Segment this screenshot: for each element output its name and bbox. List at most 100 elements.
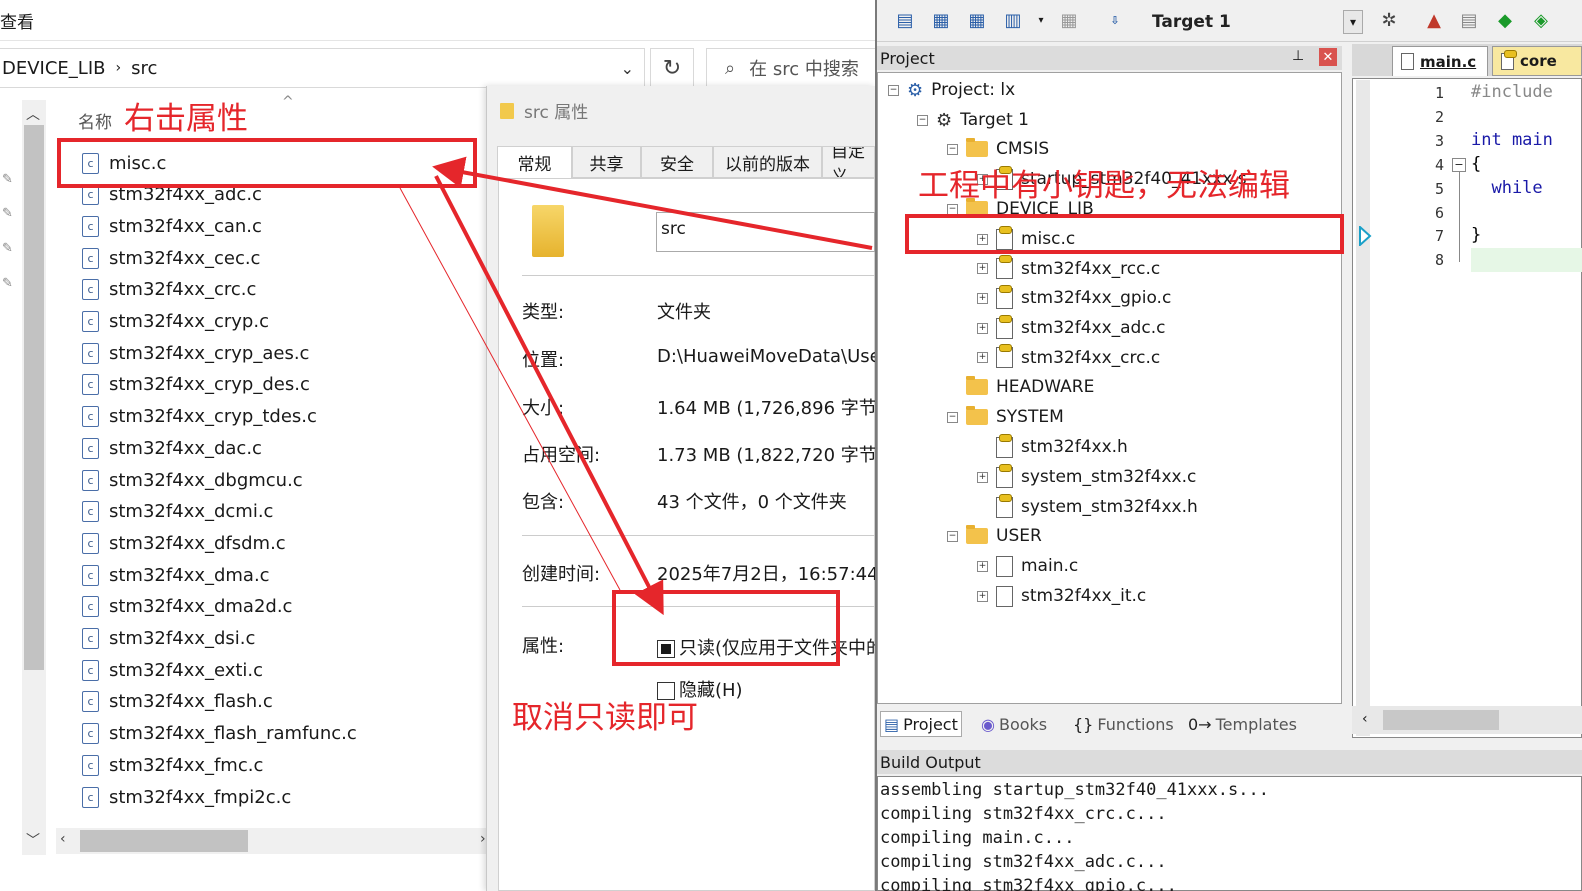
file-row[interactable]: c stm32f4xx_cryp.c — [82, 307, 269, 337]
scrollbar-thumb[interactable] — [80, 830, 248, 852]
expand-icon[interactable]: + — [977, 590, 988, 602]
target-options-icon[interactable]: ✲ — [1377, 8, 1401, 32]
expand-icon[interactable]: + — [977, 322, 988, 334]
tab-security[interactable]: 安全 — [641, 146, 713, 178]
tree-target[interactable]: − ⚙ Target 1 — [917, 106, 1029, 134]
file-row[interactable]: c stm32f4xx_dma2d.c — [82, 592, 292, 622]
scroll-right-icon[interactable]: › — [480, 831, 486, 847]
tree-file[interactable]: + stm32f4xx_gpio.c — [977, 284, 1171, 312]
target-select-value[interactable]: Target 1 — [1152, 12, 1231, 32]
pin-icon[interactable]: ⊥ — [1292, 48, 1304, 64]
pin-icon[interactable]: ✎ — [2, 241, 13, 256]
file-row[interactable]: c stm32f4xx_dfsdm.c — [82, 528, 286, 558]
batch-build-icon[interactable]: ▥ — [1001, 8, 1025, 32]
file-row[interactable]: c stm32f4xx_cec.c — [82, 243, 260, 273]
rte-icon[interactable]: ◈ — [1529, 8, 1553, 32]
close-icon[interactable]: ✕ — [1319, 48, 1337, 66]
refresh-button[interactable]: ↻ — [650, 48, 694, 88]
rebuild-icon[interactable]: ▦ — [965, 8, 989, 32]
pin-icon[interactable]: ✎ — [2, 276, 13, 291]
tree-file[interactable]: stm32f4xx.h — [977, 433, 1128, 461]
collapse-icon[interactable]: − — [947, 203, 958, 215]
file-row[interactable]: c stm32f4xx_flash_ramfunc.c — [82, 719, 357, 749]
tree-file[interactable]: + main.c — [977, 552, 1078, 580]
pin-icon[interactable]: ✎ — [2, 206, 13, 221]
file-row[interactable]: c stm32f4xx_cryp_tdes.c — [82, 402, 317, 432]
file-row[interactable]: c stm32f4xx_crc.c — [82, 275, 256, 305]
tree-group-headware[interactable]: HEADWARE — [947, 373, 1094, 401]
scroll-left-icon[interactable]: ‹ — [60, 831, 66, 847]
chevron-down-icon[interactable]: ▾ — [1029, 8, 1053, 32]
file-row[interactable]: c stm32f4xx_dbgmcu.c — [82, 465, 303, 495]
translate-icon[interactable]: ▤ — [893, 8, 917, 32]
file-row[interactable]: c stm32f4xx_can.c — [82, 211, 262, 241]
tree-group-system[interactable]: − SYSTEM — [947, 403, 1064, 431]
scrollbar-thumb[interactable] — [1383, 710, 1499, 730]
scroll-down-icon[interactable]: ﹀ — [26, 830, 40, 850]
file-row[interactable]: c stm32f4xx_cryp_des.c — [82, 370, 310, 400]
tab-previous-versions[interactable]: 以前的版本 — [713, 146, 822, 178]
collapse-icon[interactable]: − — [888, 84, 899, 96]
tab-project[interactable]: ▤ Project — [880, 711, 962, 737]
breadcrumb-src[interactable]: src — [131, 58, 157, 79]
chevron-down-icon[interactable]: ⌄ — [621, 59, 634, 78]
chevron-down-icon[interactable]: ▾ — [1343, 10, 1363, 34]
file-row[interactable]: c stm32f4xx_fmc.c — [82, 750, 263, 780]
file-row[interactable]: c stm32f4xx_fmpi2c.c — [82, 782, 291, 812]
build-icon[interactable]: ▦ — [929, 8, 953, 32]
breakpoint-margin[interactable] — [1356, 80, 1370, 736]
tree-file[interactable]: + stm32f4xx_adc.c — [977, 314, 1165, 342]
tree-file[interactable]: system_stm32f4xx.h — [977, 493, 1198, 521]
tab-books[interactable]: ◉ Books — [978, 711, 1050, 737]
expand-icon[interactable]: + — [977, 352, 988, 364]
file-row[interactable]: c stm32f4xx_dcmi.c — [82, 497, 273, 527]
tree-file[interactable]: + stm32f4xx_it.c — [977, 582, 1146, 610]
file-name: stm32f4xx_fmc.c — [109, 754, 264, 776]
pack-installer-icon[interactable]: ◆ — [1493, 8, 1517, 32]
project-icon: ⚙ — [907, 79, 924, 101]
file-row[interactable]: c stm32f4xx_exti.c — [82, 655, 263, 685]
breadcrumb-device-lib[interactable]: DEVICE_LIB — [2, 58, 105, 79]
column-header-name[interactable]: 名称 — [78, 108, 112, 133]
tree-group-user[interactable]: − USER — [947, 522, 1042, 550]
menu-view[interactable]: 查看 — [0, 8, 34, 33]
stop-build-icon[interactable]: ▦ — [1057, 8, 1081, 32]
tree-group-cmsis[interactable]: − CMSIS — [947, 135, 1049, 163]
file-row[interactable]: c stm32f4xx_dma.c — [82, 560, 270, 590]
scroll-left-icon[interactable]: ‹ — [1362, 711, 1368, 727]
tree-project[interactable]: − ⚙ Project: lx — [888, 76, 1015, 104]
tab-sharing[interactable]: 共享 — [572, 146, 641, 178]
editor-tab-core[interactable]: core — [1492, 46, 1582, 76]
expand-icon[interactable]: + — [977, 471, 988, 483]
expand-icon[interactable]: + — [977, 292, 988, 304]
tab-templates[interactable]: 0→ Templates — [1185, 711, 1300, 737]
collapse-icon[interactable]: − — [1452, 158, 1466, 172]
collapse-icon[interactable]: − — [947, 530, 958, 542]
tree-file[interactable]: + stm32f4xx_rcc.c — [977, 255, 1160, 283]
c-source-file-icon: c — [82, 786, 99, 808]
file-extensions-icon[interactable]: ▤ — [1457, 8, 1481, 32]
collapse-icon[interactable]: − — [947, 411, 958, 423]
collapse-icon[interactable]: − — [947, 143, 958, 155]
tree-file[interactable]: + stm32f4xx_crc.c — [977, 344, 1160, 372]
collapse-icon[interactable]: − — [917, 114, 928, 126]
scrollbar-thumb[interactable] — [24, 125, 44, 670]
folder-icon — [500, 102, 514, 119]
pin-icon[interactable]: ✎ — [2, 172, 13, 187]
folder-name-field[interactable]: src — [656, 212, 875, 252]
tab-general[interactable]: 常规 — [497, 146, 572, 178]
tab-functions[interactable]: {} Functions — [1070, 711, 1177, 737]
load-icon[interactable]: ⇩ — [1103, 8, 1127, 32]
file-row[interactable]: c stm32f4xx_dac.c — [82, 433, 262, 463]
file-row[interactable]: c stm32f4xx_dsi.c — [82, 624, 255, 654]
editor-tab-main[interactable]: main.c — [1392, 46, 1488, 76]
expand-icon[interactable]: + — [977, 560, 988, 572]
manage-components-icon[interactable]: ▲ — [1422, 8, 1446, 32]
tree-file[interactable]: + system_stm32f4xx.c — [977, 463, 1196, 491]
file-row[interactable]: c stm32f4xx_cryp_aes.c — [82, 338, 309, 368]
expand-icon[interactable]: + — [977, 263, 988, 275]
address-bar[interactable]: DEVICE_LIB › src ⌄ — [0, 48, 645, 88]
scroll-up-icon[interactable]: ︿ — [26, 104, 40, 124]
tab-customize[interactable]: 自定义 — [822, 146, 875, 178]
file-row[interactable]: c stm32f4xx_flash.c — [82, 687, 273, 717]
